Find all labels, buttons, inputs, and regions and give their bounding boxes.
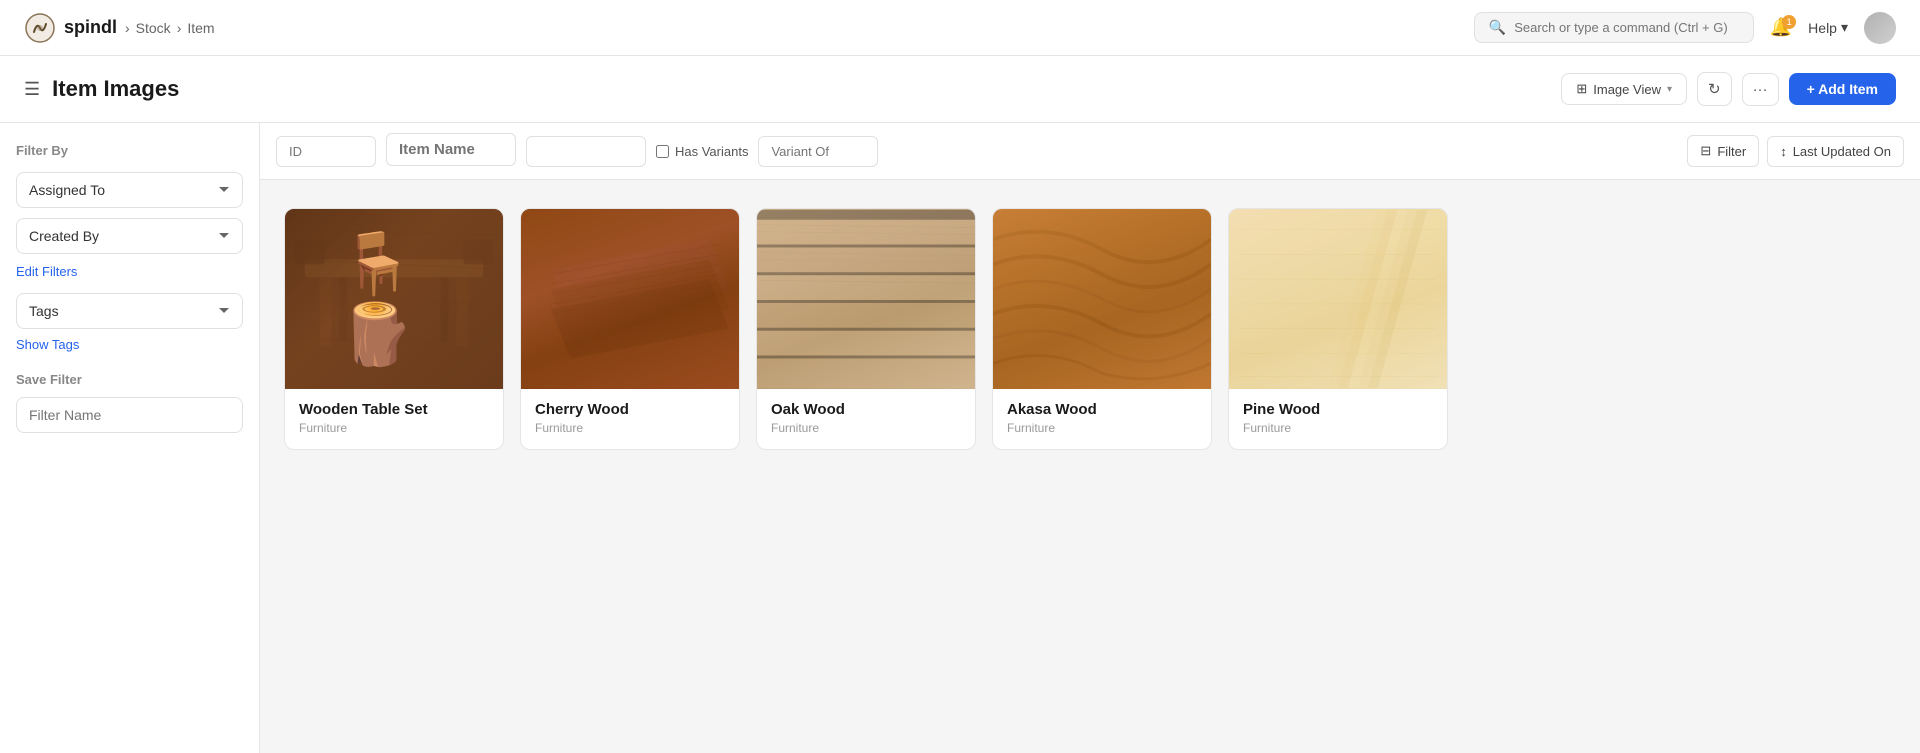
- item-name: Cherry Wood: [535, 401, 725, 418]
- filter-button[interactable]: ⊟ Filter: [1687, 135, 1759, 167]
- search-icon: 🔍: [1489, 19, 1506, 36]
- item-name: Pine Wood: [1243, 401, 1433, 418]
- search-bar[interactable]: 🔍: [1474, 12, 1754, 43]
- item-category: Furniture: [299, 421, 489, 435]
- logo[interactable]: spindl: [24, 12, 117, 44]
- sort-label: Last Updated On: [1793, 144, 1891, 159]
- item-image-cherry-wood: [521, 209, 739, 389]
- item-card[interactable]: Cherry Wood Furniture: [520, 208, 740, 450]
- breadcrumb-item[interactable]: Item: [187, 20, 214, 36]
- sort-button[interactable]: ↕ Last Updated On: [1767, 136, 1904, 167]
- item-info: Pine Wood Furniture: [1229, 389, 1447, 449]
- filter-by-label: Filter By: [16, 143, 243, 158]
- show-tags-link[interactable]: Show Tags: [16, 337, 243, 352]
- menu-icon-button[interactable]: ☰: [24, 79, 40, 100]
- avatar-image: [1864, 12, 1896, 44]
- item-name: Wooden Table Set: [299, 401, 489, 418]
- item-image-oak-wood: [757, 209, 975, 389]
- main-layout: Filter By Assigned To Created By Edit Fi…: [0, 123, 1920, 753]
- page-header-right: ⊞ Image View ▾ ↻ ··· + Add Item: [1561, 72, 1896, 106]
- breadcrumb-stock[interactable]: Stock: [136, 20, 171, 36]
- item-info: Cherry Wood Furniture: [521, 389, 739, 449]
- item-name-filter-input[interactable]: [386, 133, 516, 166]
- item-name: Akasa Wood: [1007, 401, 1197, 418]
- item-card[interactable]: Pine Wood Furniture: [1228, 208, 1448, 450]
- has-variants-text: Has Variants: [675, 144, 748, 159]
- item-image-wooden-table-set: [285, 209, 503, 389]
- item-category: Furniture: [1243, 421, 1433, 435]
- grid-icon: ⊞: [1576, 81, 1587, 97]
- image-view-toggle-button[interactable]: ⊞ Image View ▾: [1561, 73, 1687, 105]
- filter-bar-right: ⊟ Filter ↕ Last Updated On: [1687, 135, 1904, 167]
- item-image-akasa-wood: [993, 209, 1211, 389]
- breadcrumb-sep1: ›: [125, 20, 130, 36]
- notification-bell-button[interactable]: 🔔 1: [1770, 17, 1792, 38]
- tags-select[interactable]: Tags: [16, 293, 243, 329]
- page-header-left: ☰ Item Images: [24, 76, 179, 102]
- has-variants-checkbox[interactable]: [656, 145, 669, 158]
- item-info: Akasa Wood Furniture: [993, 389, 1211, 449]
- item-category: Furniture: [771, 421, 961, 435]
- save-filter-label: Save Filter: [16, 372, 243, 387]
- filter-icon: ⊟: [1700, 143, 1711, 159]
- add-item-button[interactable]: + Add Item: [1789, 73, 1896, 105]
- item-category: Furniture: [1007, 421, 1197, 435]
- chevron-down-icon: ▾: [1841, 19, 1848, 36]
- item-category: Furniture: [535, 421, 725, 435]
- top-navigation: spindl › Stock › Item 🔍 🔔 1 Help ▾: [0, 0, 1920, 56]
- breadcrumb: › Stock › Item: [125, 20, 215, 36]
- category-filter-input[interactable]: Furniture: [526, 136, 646, 167]
- created-by-select[interactable]: Created By: [16, 218, 243, 254]
- items-grid: Wooden Table Set Furniture: [260, 180, 1920, 478]
- page-title: Item Images: [52, 76, 179, 102]
- item-name: Oak Wood: [771, 401, 961, 418]
- filter-label: Filter: [1717, 144, 1746, 159]
- logo-text: spindl: [64, 17, 117, 38]
- item-image-pine-wood: [1229, 209, 1447, 389]
- nav-right: 🔍 🔔 1 Help ▾: [1474, 12, 1896, 44]
- refresh-button[interactable]: ↻: [1697, 72, 1732, 106]
- nav-left: spindl › Stock › Item: [24, 12, 215, 44]
- content-area: Furniture Has Variants ⊟ Filter ↕ Last U…: [260, 123, 1920, 753]
- notification-badge: 1: [1782, 15, 1796, 29]
- filter-bar: Furniture Has Variants ⊟ Filter ↕ Last U…: [260, 123, 1920, 180]
- page-header: ☰ Item Images ⊞ Image View ▾ ↻ ··· + Add…: [0, 56, 1920, 123]
- search-input[interactable]: [1514, 20, 1739, 35]
- item-card[interactable]: Oak Wood Furniture: [756, 208, 976, 450]
- edit-filters-link[interactable]: Edit Filters: [16, 264, 243, 279]
- id-filter-input[interactable]: [276, 136, 376, 167]
- item-card[interactable]: Wooden Table Set Furniture: [284, 208, 504, 450]
- sort-icon: ↕: [1780, 144, 1787, 159]
- sidebar: Filter By Assigned To Created By Edit Fi…: [0, 123, 260, 753]
- item-card[interactable]: Akasa Wood Furniture: [992, 208, 1212, 450]
- more-options-button[interactable]: ···: [1742, 73, 1779, 106]
- help-label: Help: [1808, 20, 1837, 36]
- item-info: Oak Wood Furniture: [757, 389, 975, 449]
- avatar[interactable]: [1864, 12, 1896, 44]
- has-variants-label: Has Variants: [656, 144, 748, 159]
- item-info: Wooden Table Set Furniture: [285, 389, 503, 449]
- variant-of-filter-input[interactable]: [758, 136, 878, 167]
- assigned-to-select[interactable]: Assigned To: [16, 172, 243, 208]
- filter-name-input[interactable]: [16, 397, 243, 433]
- help-button[interactable]: Help ▾: [1808, 19, 1848, 36]
- breadcrumb-sep2: ›: [177, 20, 182, 36]
- view-toggle-label: Image View: [1593, 82, 1661, 97]
- chevron-down-icon: ▾: [1667, 84, 1672, 95]
